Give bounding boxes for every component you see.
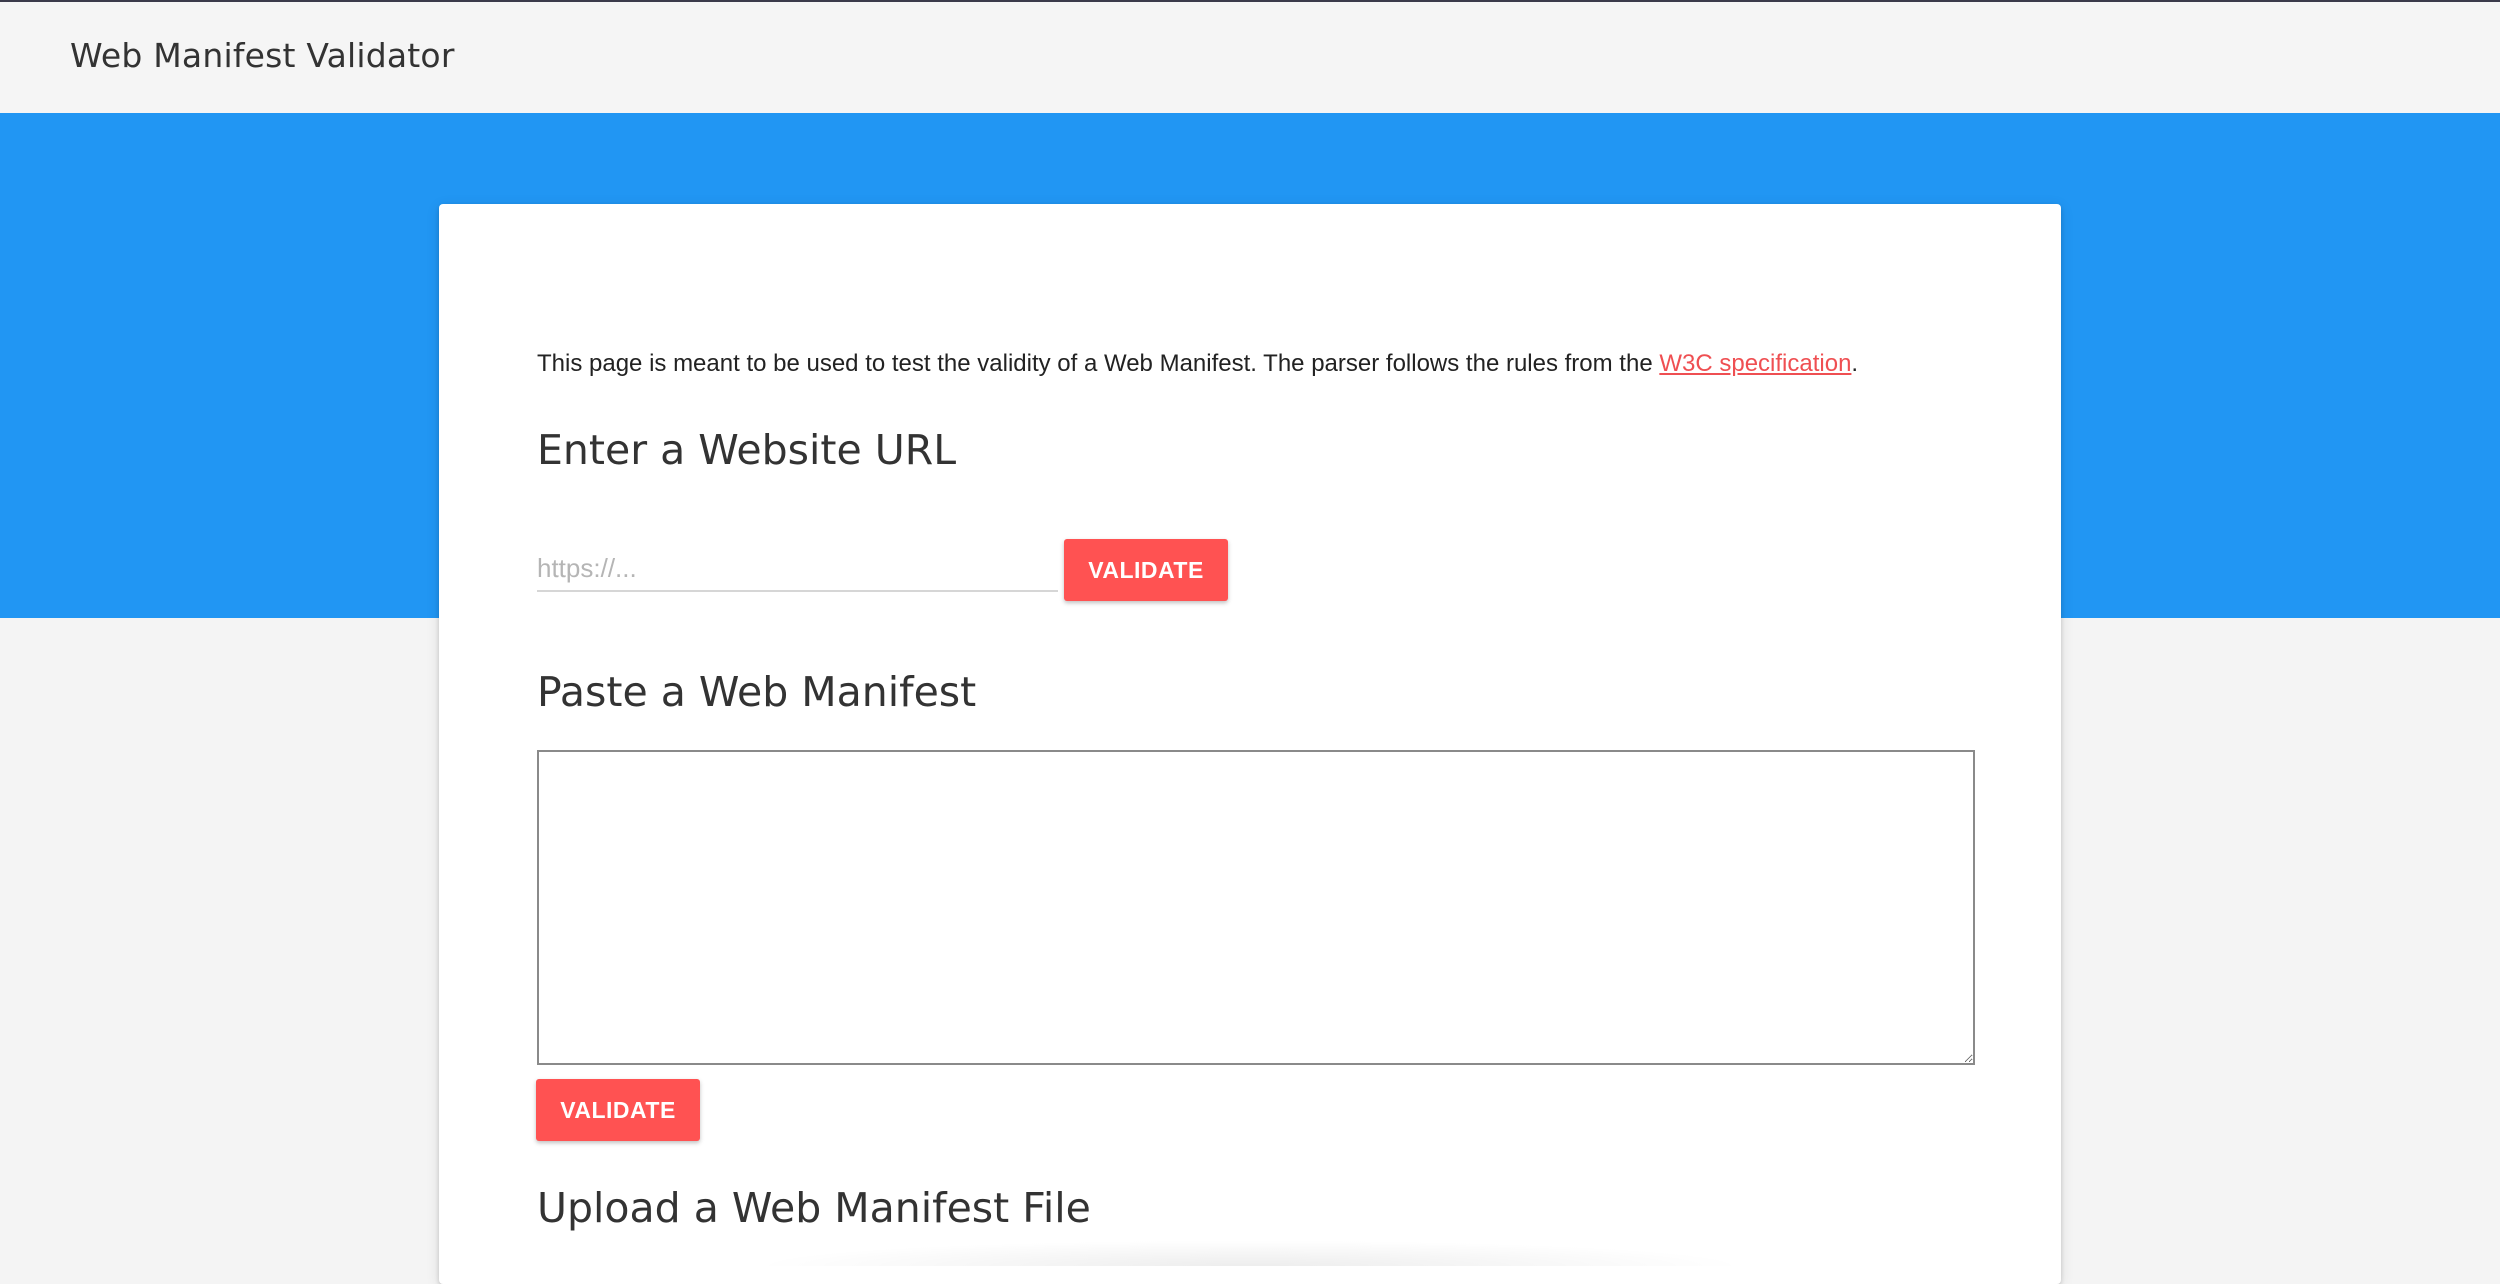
validate-url-button[interactable]: VALIDATE [1064, 539, 1228, 601]
paste-section-heading: Paste a Web Manifest [537, 668, 977, 716]
validator-card: This page is meant to be used to test th… [439, 204, 2061, 1284]
intro-text-end: . [1851, 350, 1859, 377]
app-bar: Web Manifest Validator [0, 2, 2500, 113]
manifest-textarea[interactable] [537, 750, 1975, 1065]
bottom-shadow [750, 1240, 1750, 1266]
upload-section-heading: Upload a Web Manifest File [537, 1184, 1091, 1232]
validate-manifest-button[interactable]: VALIDATE [536, 1079, 700, 1141]
w3c-specification-link[interactable]: W3C specification [1659, 350, 1851, 377]
url-section-heading: Enter a Website URL [537, 426, 957, 474]
intro-text: This page is meant to be used to test th… [537, 350, 1660, 377]
app-title: Web Manifest Validator [70, 36, 455, 75]
intro-paragraph: This page is meant to be used to test th… [537, 350, 1858, 378]
website-url-input[interactable] [537, 546, 1058, 592]
